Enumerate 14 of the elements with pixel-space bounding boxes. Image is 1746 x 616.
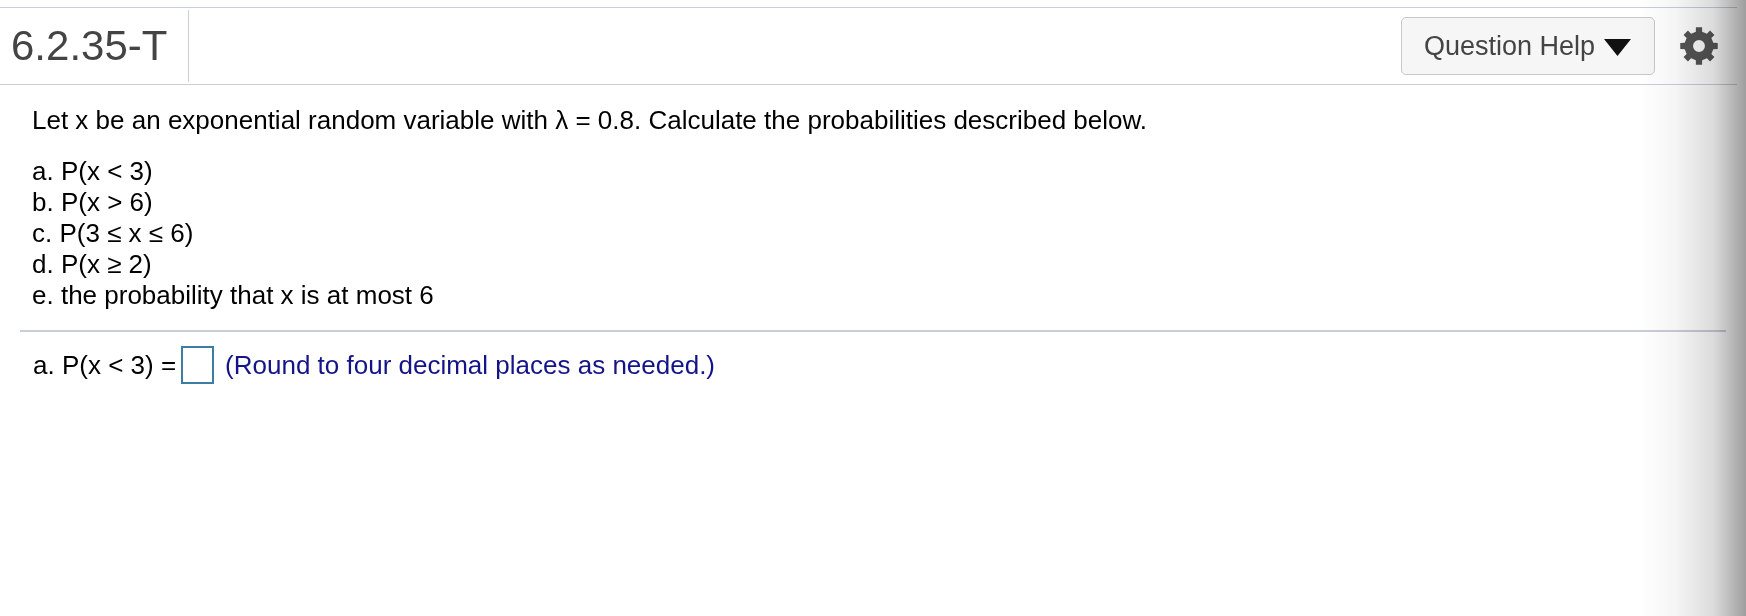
settings-icon <box>1680 27 1718 65</box>
question-part: c. P(3 ≤ x ≤ 6) <box>32 218 195 249</box>
answer-prompt: a. P(x < 3) = <box>33 349 177 381</box>
question-help-button[interactable]: Question Help <box>1400 17 1655 75</box>
settings-button[interactable] <box>1680 27 1718 65</box>
question-part: d. P(x ≥ 2) <box>32 249 153 280</box>
question-part: b. P(x > 6) <box>32 187 154 218</box>
caret-icon <box>1604 39 1631 56</box>
question-part: e. the probability that x is at most 6 <box>32 280 435 311</box>
question-text: Let x be an exponential random variable with λ = 0.8. Calculate the probabilities described below. <box>32 105 1149 136</box>
question-number: 6.2.35-T <box>10 25 169 67</box>
answer-box[interactable] <box>181 346 215 384</box>
rounding-hint: (Round to four decimal places as needed.) <box>225 349 716 381</box>
question-part: a. P(x < 3) <box>32 156 154 187</box>
